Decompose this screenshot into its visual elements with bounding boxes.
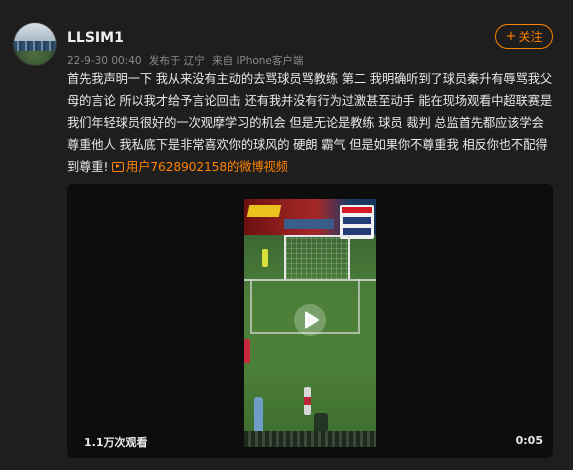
follow-button[interactable]: + 关注 bbox=[495, 24, 553, 49]
post-source: 来自 iPhone客户端 bbox=[212, 55, 304, 67]
username[interactable]: LLSIM1 bbox=[67, 30, 124, 46]
avatar[interactable] bbox=[13, 22, 57, 66]
video-link-icon bbox=[112, 162, 124, 172]
player-figure bbox=[244, 339, 250, 363]
plus-icon: + bbox=[505, 29, 517, 44]
video-duration: 0:05 bbox=[515, 434, 543, 447]
ad-strip bbox=[284, 219, 334, 229]
view-count: 1.1万次观看 bbox=[84, 436, 148, 449]
broadcast-logo-bar-blue-top bbox=[343, 217, 371, 224]
crowd-strip bbox=[244, 431, 376, 447]
broadcast-logo-bar-red bbox=[342, 207, 372, 213]
weibo-post-card: LLSIM1 22-9-30 00:40 发布于 辽宁 来自 iPhone客户端… bbox=[0, 0, 573, 470]
post-date[interactable]: 22-9-30 00:40 bbox=[67, 55, 142, 67]
post-text: 首先我声明一下 我从来没有主动的去骂球员骂教练 第二 我明确听到了球员秦升有辱骂… bbox=[67, 68, 552, 178]
post-location: 发布于 辽宁 bbox=[148, 55, 205, 67]
goal-net bbox=[284, 235, 350, 279]
broadcast-logo bbox=[340, 205, 374, 239]
video-link-label: 用户7628902158的微博视频 bbox=[126, 160, 288, 174]
follow-button-label: 关注 bbox=[518, 30, 543, 44]
goalkeeper bbox=[262, 249, 268, 267]
player-figure bbox=[304, 387, 311, 415]
video-link[interactable]: 用户7628902158的微博视频 bbox=[112, 160, 288, 174]
video-player[interactable]: 1.1万次观看 0:05 bbox=[67, 184, 553, 458]
play-icon[interactable] bbox=[293, 303, 327, 337]
ad-logo-yellow bbox=[246, 205, 282, 217]
post-meta: 22-9-30 00:40 发布于 辽宁 来自 iPhone客户端 bbox=[67, 53, 307, 68]
broadcast-logo-bar-blue-bottom bbox=[343, 228, 371, 235]
post-body: 首先我声明一下 我从来没有主动的去骂球员骂教练 第二 我明确听到了球员秦升有辱骂… bbox=[67, 72, 553, 174]
avatar-crowd bbox=[14, 41, 56, 51]
